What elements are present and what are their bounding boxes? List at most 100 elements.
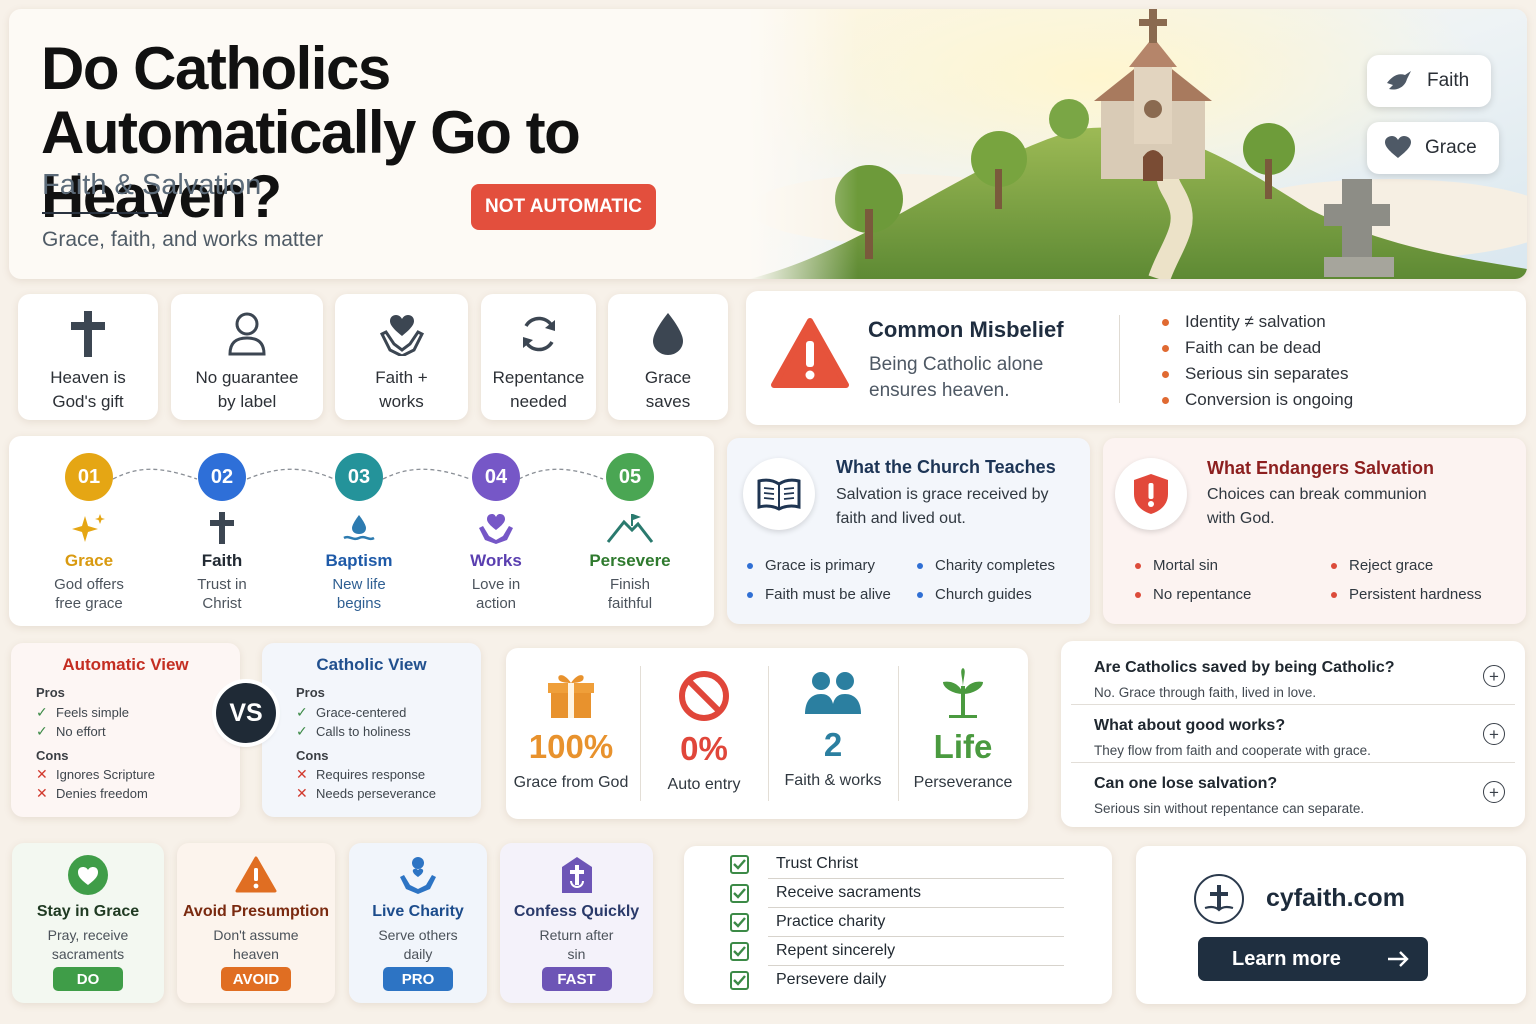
list-item: Charity completes: [917, 551, 1055, 580]
divider: [1119, 315, 1120, 403]
stat-value: 0%: [680, 730, 728, 767]
learn-more-button[interactable]: Learn more: [1198, 937, 1428, 981]
site-logo: [1194, 874, 1244, 924]
faq-question: Can one lose salvation?: [1094, 775, 1278, 792]
step-name: Faith: [201, 551, 243, 570]
step-baptism: 03 Baptism New life begins: [304, 453, 414, 613]
step-faith: 02 Faith Trust in Christ: [167, 453, 277, 613]
x-icon: ✕: [296, 785, 308, 801]
list-item: Church guides: [917, 580, 1055, 609]
action-desc: Don't assume heaven: [213, 927, 299, 962]
checklist-item[interactable]: Repent sincerely: [730, 937, 1064, 966]
teaches-title: What the Church Teaches: [836, 457, 1056, 477]
check-icon: ✓: [296, 723, 308, 739]
list-item: Mortal sin: [1135, 551, 1251, 580]
warning-icon: [771, 318, 849, 388]
icon-card-label: Heaven is God's gift: [50, 368, 126, 411]
checkbox-checked-icon[interactable]: [730, 884, 749, 903]
faq-question: Are Catholics saved by being Catholic?: [1094, 659, 1395, 676]
checklist-item[interactable]: Persevere daily: [730, 966, 1064, 995]
check-icon: ✓: [36, 723, 48, 739]
expand-plus-icon[interactable]: +: [1483, 665, 1505, 687]
stat-label: Auto entry: [667, 776, 741, 793]
action-badge: PRO: [383, 967, 453, 991]
faith-pill[interactable]: Faith: [1367, 55, 1492, 107]
icon-card-label: No guarantee by label: [195, 368, 299, 411]
warning-icon: [235, 856, 277, 893]
icon-card-repentance: Repentance needed: [481, 294, 596, 420]
list-item: Identity ≠ salvation: [1162, 309, 1353, 335]
cons-label: Cons: [296, 748, 329, 763]
faq-item[interactable]: Are Catholics saved by being Catholic? N…: [1071, 649, 1515, 705]
faq-item[interactable]: Can one lose salvation? Serious sin with…: [1071, 765, 1515, 821]
person-icon: [228, 312, 266, 356]
checkbox-checked-icon[interactable]: [730, 971, 749, 990]
endangers-title: What Endangers Salvation: [1207, 458, 1435, 478]
cross-icon: [71, 311, 105, 357]
step-number: 05: [606, 453, 654, 501]
check-icon: ✓: [36, 704, 48, 720]
grace-pill[interactable]: Grace: [1367, 122, 1499, 174]
pro-item: ✓ No effort: [36, 723, 106, 739]
salvation-steps-card: 01 Grace God offers free grace 02 Faith …: [9, 436, 714, 626]
pros-label: Pros: [36, 685, 65, 700]
misbelief-title: Common Misbelief: [868, 317, 1064, 342]
mountain-flag-icon: [606, 514, 654, 543]
misbelief-text: Being Catholic alone ensures heaven.: [869, 354, 1044, 401]
icon-card-grace-saves: Grace saves: [608, 294, 728, 420]
x-icon: ✕: [36, 766, 48, 782]
faith-pill-label: Faith: [1427, 70, 1470, 91]
stat-auto-entry: 0% Auto entry: [640, 648, 768, 819]
list-item: Conversion is ongoing: [1162, 387, 1353, 413]
catholic-view-title: Catholic View: [316, 655, 427, 674]
con-item: ✕ Ignores Scripture: [36, 766, 155, 782]
pro-item: ✓ Grace-centered: [296, 704, 407, 720]
refresh-icon: [522, 316, 555, 352]
checklist-label: Receive sacraments: [776, 884, 921, 901]
checklist-card: Trust Christ Receive sacraments Practice…: [684, 846, 1112, 1004]
action-title: Avoid Presumption: [182, 903, 330, 920]
pro-item: ✓ Feels simple: [36, 704, 129, 720]
faq-item[interactable]: What about good works? They flow from fa…: [1071, 707, 1515, 763]
icon-card-no-guarantee: No guarantee by label: [171, 294, 323, 420]
expand-plus-icon[interactable]: +: [1483, 723, 1505, 745]
stats-card: 100% Grace from God 0% Auto entry 2 Fait…: [506, 648, 1028, 819]
checklist-item[interactable]: Receive sacraments: [730, 879, 1064, 908]
not-automatic-badge: NOT AUTOMATIC: [471, 184, 656, 230]
checkbox-checked-icon[interactable]: [730, 913, 749, 932]
step-number: 03: [335, 453, 383, 501]
faq-question: What about good works?: [1094, 717, 1286, 734]
stat-label: Perseverance: [913, 774, 1013, 791]
action-badge: FAST: [541, 967, 612, 991]
checklist-label: Persevere daily: [776, 971, 887, 988]
endangers-list-left: Mortal sin No repentance: [1135, 551, 1251, 609]
endangers-text: Choices can break communion with God.: [1207, 486, 1427, 527]
step-number: 01: [65, 453, 113, 501]
pros-label: Pros: [296, 685, 325, 700]
stat-faith-works: 2 Faith & works: [768, 648, 898, 819]
site-url[interactable]: cyfaith.com: [1266, 884, 1405, 913]
learn-more-label: Learn more: [1232, 947, 1341, 970]
icon-card-label: Repentance needed: [492, 368, 585, 411]
faq-answer: Serious sin without repentance can separ…: [1094, 801, 1365, 816]
step-desc: Love in action: [471, 576, 521, 612]
checklist-label: Repent sincerely: [776, 942, 896, 959]
action-badge: AVOID: [221, 967, 291, 991]
cta-card: cyfaith.com Learn more: [1136, 846, 1526, 1004]
checklist-label: Practice charity: [776, 913, 886, 930]
vs-badge: VS: [216, 683, 276, 743]
checkbox-checked-icon[interactable]: [730, 942, 749, 961]
teaches-text: Salvation is grace received by faith and…: [836, 486, 1049, 527]
dove-icon: [1387, 71, 1411, 90]
action-title: Live Charity: [372, 903, 464, 920]
checklist-item[interactable]: Practice charity: [730, 908, 1064, 937]
endangers-salvation-card: What Endangers Salvation Choices can bre…: [1103, 438, 1526, 624]
step-name: Baptism: [325, 551, 393, 570]
action-desc: Serve others daily: [378, 927, 458, 962]
list-item: Faith must be alive: [747, 580, 891, 609]
teaches-list-right: Charity completes Church guides: [917, 551, 1055, 609]
expand-plus-icon[interactable]: +: [1483, 781, 1505, 803]
checklist-item[interactable]: Trust Christ: [730, 850, 1064, 879]
stat-label: Faith & works: [784, 772, 882, 789]
checkbox-checked-icon[interactable]: [730, 855, 749, 874]
